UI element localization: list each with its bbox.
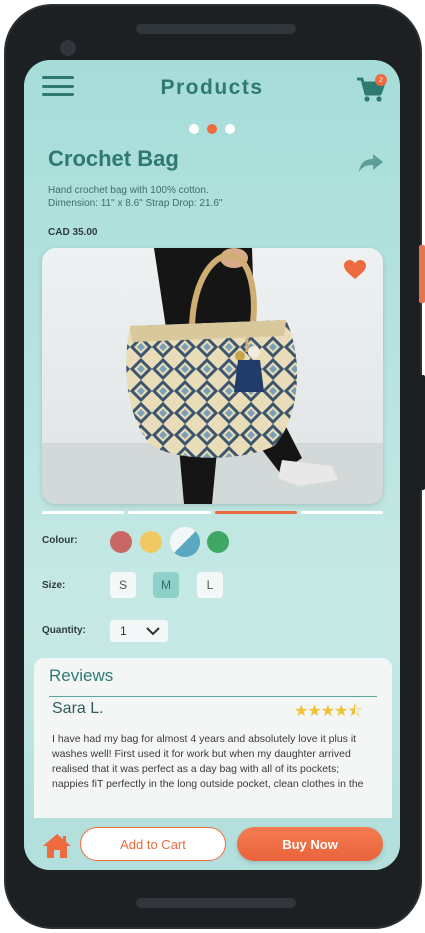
app-screen: Products 2 Crochet Bag Hand crochet bag … xyxy=(24,60,400,870)
reviews-title: Reviews xyxy=(49,666,114,685)
divider xyxy=(49,696,377,697)
heart-icon[interactable] xyxy=(344,260,366,280)
colour-swatch-yellow[interactable] xyxy=(140,531,162,553)
image-tab[interactable] xyxy=(42,511,125,514)
image-tab-active[interactable] xyxy=(214,511,297,514)
product-description: Hand crochet bag with 100% cotton. Dimen… xyxy=(48,184,288,210)
colour-swatch-blue-selected[interactable] xyxy=(170,527,200,557)
quantity-label: Quantity: xyxy=(42,625,86,636)
colour-swatch-red[interactable] xyxy=(110,531,132,553)
image-tabs xyxy=(42,511,383,514)
colour-swatch-green[interactable] xyxy=(207,531,229,553)
add-to-cart-button[interactable]: Add to Cart xyxy=(80,827,226,861)
product-image[interactable] xyxy=(42,248,383,504)
colour-label: Colour: xyxy=(42,535,78,546)
description-line: Dimension: 11" x 8.6" Strap Drop: 21.6" xyxy=(48,198,223,209)
speaker-grill xyxy=(136,24,296,34)
front-camera xyxy=(60,40,76,56)
carousel-dot[interactable] xyxy=(225,124,235,134)
bottom-speaker-grill xyxy=(136,898,296,908)
product-price: CAD 35.00 xyxy=(48,227,98,238)
home-icon[interactable] xyxy=(42,833,72,859)
buy-now-button[interactable]: Buy Now xyxy=(237,827,383,861)
crochet-bag-photo xyxy=(42,248,383,504)
image-tab[interactable] xyxy=(300,511,383,514)
carousel-dot-active[interactable] xyxy=(207,124,217,134)
size-option-m[interactable]: M xyxy=(153,572,179,598)
product-title: Crochet Bag xyxy=(48,146,179,171)
power-button xyxy=(419,245,425,303)
review-text: I have had my bag for almost 4 years and… xyxy=(52,733,364,790)
page-title: Products xyxy=(160,76,264,99)
quantity-value: 1 xyxy=(120,624,127,638)
image-tab[interactable] xyxy=(128,511,211,514)
reviewer-name: Sara L. xyxy=(52,700,104,717)
description-line: Hand crochet bag with 100% cotton. xyxy=(48,185,209,196)
cart-count-badge: 2 xyxy=(375,74,387,86)
size-label: Size: xyxy=(42,580,66,591)
size-option-s[interactable]: S xyxy=(110,572,136,598)
share-icon[interactable] xyxy=(358,152,384,174)
star-rating: ★★★★⯪ xyxy=(294,701,363,720)
carousel-dot[interactable] xyxy=(189,124,199,134)
chevron-down-icon xyxy=(146,627,160,636)
size-option-l[interactable]: L xyxy=(197,572,223,598)
carousel-indicator xyxy=(24,124,400,134)
volume-button xyxy=(419,375,425,490)
